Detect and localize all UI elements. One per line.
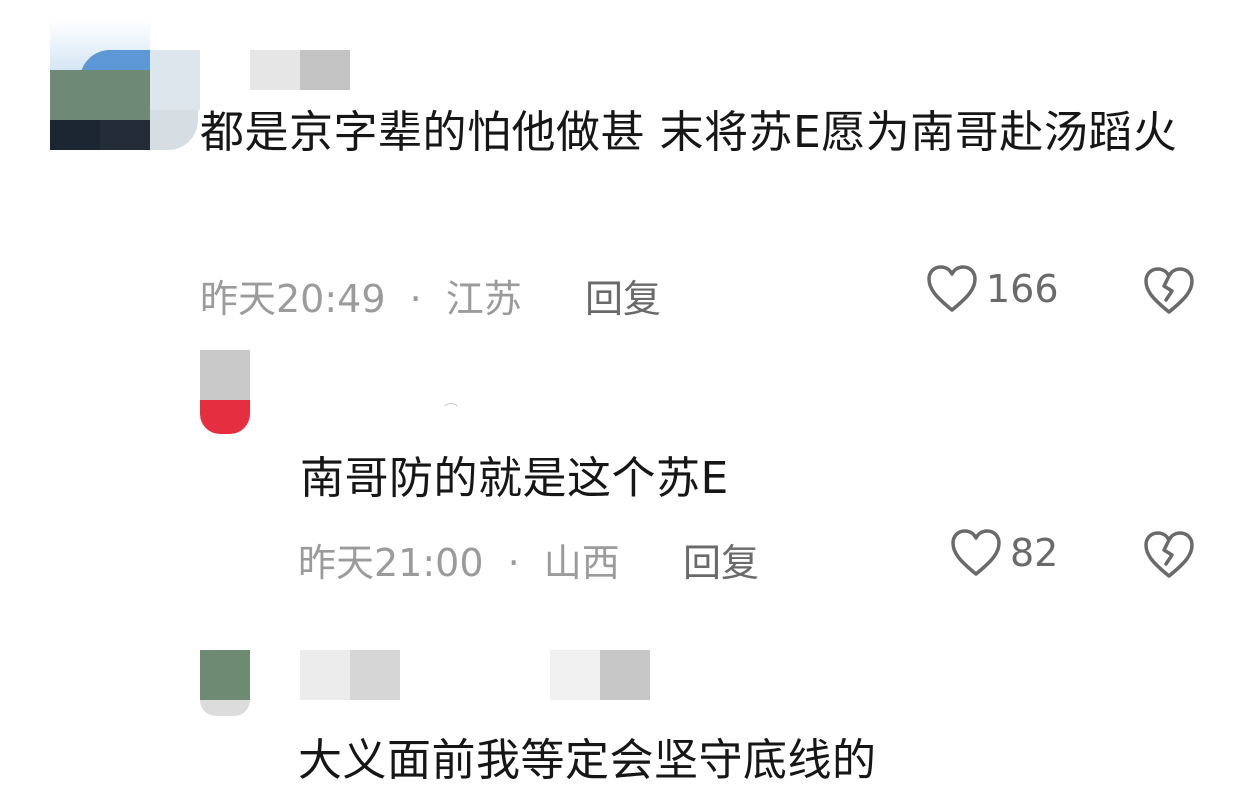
username-fragment[interactable]: ⌒ xyxy=(444,400,466,419)
separator: · xyxy=(409,277,422,321)
broken-heart-icon[interactable] xyxy=(1143,266,1195,316)
separator: · xyxy=(507,541,520,585)
avatar[interactable] xyxy=(50,20,200,150)
reply-timestamp: 昨天21:00 · 山西 xyxy=(298,532,620,587)
username[interactable] xyxy=(300,650,400,700)
timestamp: 昨天20:49 xyxy=(200,277,386,321)
heart-icon xyxy=(927,265,977,312)
comment-timestamp: 昨天20:49 · 江苏 xyxy=(200,268,522,323)
location: 江苏 xyxy=(445,277,522,321)
broken-heart-icon[interactable] xyxy=(1143,530,1195,580)
like-count: 166 xyxy=(986,267,1059,311)
reply-text: 大义面前我等定会坚守底线的 xyxy=(298,735,877,786)
reply-button[interactable]: 回复 xyxy=(683,532,759,587)
user-badge xyxy=(550,650,650,700)
username[interactable] xyxy=(250,50,350,90)
timestamp: 昨天21:00 xyxy=(298,541,484,585)
avatar[interactable] xyxy=(200,650,252,716)
avatar[interactable] xyxy=(200,350,252,438)
reply-text: 南哥防的就是这个苏E xyxy=(300,453,729,504)
like-count: 82 xyxy=(1010,531,1059,575)
location: 山西 xyxy=(543,541,620,585)
comment-text: 都是京字辈的怕他做甚 末将苏E愿为南哥赴汤蹈火 xyxy=(200,107,1178,158)
like-button[interactable]: 82 xyxy=(950,528,1058,578)
heart-icon xyxy=(951,529,1001,576)
reply-button[interactable]: 回复 xyxy=(585,268,661,323)
like-button[interactable]: 166 xyxy=(926,264,1059,314)
